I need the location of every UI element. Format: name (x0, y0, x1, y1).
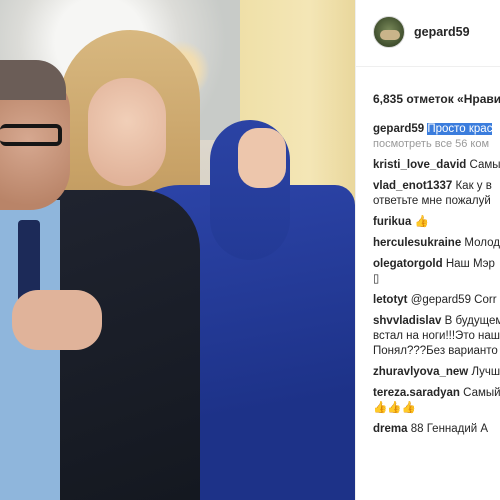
glasses (0, 124, 62, 146)
comment-text: Самый (463, 387, 500, 399)
comment-username[interactable]: tereza.saradyan (373, 387, 460, 399)
comment-text: @gepard59 Corr (410, 294, 497, 306)
comment-username[interactable]: furikua (373, 216, 411, 228)
comment-text: Самы (469, 159, 500, 171)
comment-text: Молод (464, 237, 500, 249)
comment: tereza.saradyan Самый (373, 386, 500, 401)
comment: shvvladislav В будущем (373, 314, 500, 329)
likes-count[interactable]: 6,835 отметок «Нрави (373, 92, 500, 106)
post-side-panel: gepard59 6,835 отметок «Нрави gepard59 П… (355, 0, 500, 500)
comment: herculesukraine Молод (373, 236, 500, 251)
comment-continuation: ответьте мне пожалуй (373, 195, 491, 207)
comment-username[interactable]: olegatorgold (373, 258, 443, 270)
comment-text: 👍 (414, 216, 429, 228)
post-username[interactable]: gepard59 (414, 25, 470, 39)
post-header: gepard59 (356, 0, 500, 67)
comment: vlad_enot1337 Как у в (373, 179, 500, 194)
victory-hand (238, 128, 286, 188)
comment-continuation: Понял???Без варианто (373, 345, 498, 357)
comment: letotyt @gepard59 Corr (373, 293, 500, 308)
view-all-comments-link[interactable]: посмотреть все 56 ком (373, 137, 500, 152)
comment: kristi_love_david Самы (373, 158, 500, 173)
caption: gepard59 Просто крас (373, 122, 500, 137)
comment: olegatorgold Наш Мэр (373, 257, 500, 272)
comment: zhuravlyova_new Лучш (373, 365, 500, 380)
woman-face (88, 78, 166, 186)
comment-username[interactable]: shvvladislav (373, 315, 441, 327)
comment-text: 88 Геннадий А (410, 423, 489, 435)
comment-username[interactable]: gepard59 (373, 123, 424, 135)
post-photo[interactable] (0, 0, 355, 500)
comment-username[interactable]: kristi_love_david (373, 159, 466, 171)
comment-text: Наш Мэр (445, 258, 495, 270)
comment-username[interactable]: vlad_enot1337 (373, 180, 452, 192)
comment-username[interactable]: drema (373, 423, 408, 435)
comments-list: gepard59 Просто крас посмотреть все 56 к… (373, 122, 500, 437)
comment-continuation: ▯ (373, 273, 380, 285)
comment: furikua 👍 (373, 215, 500, 230)
comment-username[interactable]: herculesukraine (373, 237, 461, 249)
comment-username[interactable]: letotyt (373, 294, 408, 306)
victory-hand (12, 290, 102, 350)
comment-text: Лучш (471, 366, 500, 378)
comment-text: В будущем (444, 315, 500, 327)
caption-text: Просто крас (427, 123, 493, 135)
comment-text: Как у в (455, 180, 492, 192)
comment: drema 88 Геннадий А (373, 422, 500, 437)
avatar[interactable] (373, 16, 405, 48)
comment-continuation: встал на ноги!!!Это наш (373, 330, 500, 342)
comment-continuation: 👍👍👍 (373, 402, 416, 414)
comment-username[interactable]: zhuravlyova_new (373, 366, 468, 378)
